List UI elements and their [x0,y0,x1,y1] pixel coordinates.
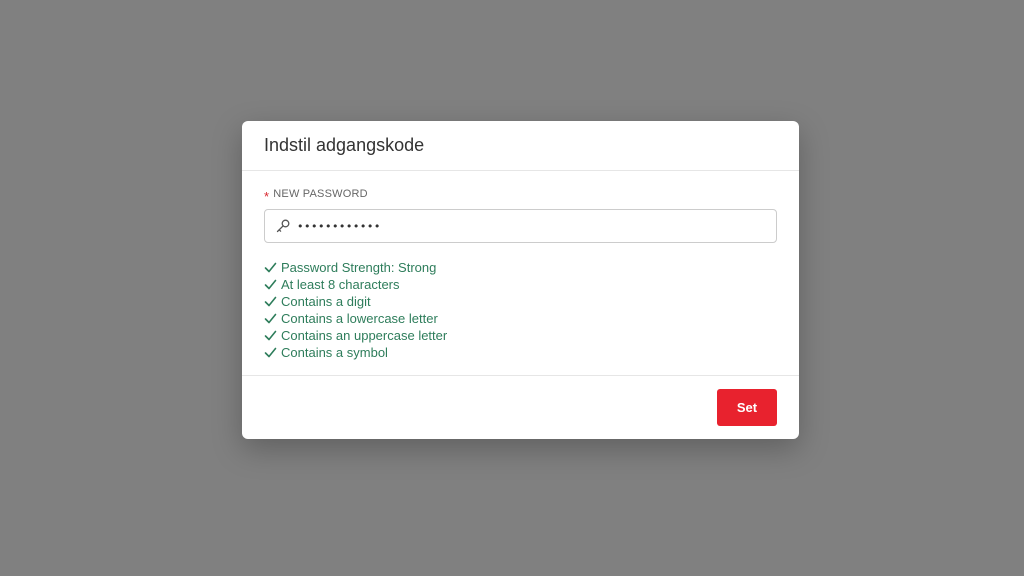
check-icon [264,261,277,274]
rule-uppercase: Contains an uppercase letter [264,327,777,344]
rule-strength: Password Strength: Strong [264,259,777,276]
dialog-header: Indstil adgangskode [242,121,799,171]
rule-text: Contains an uppercase letter [281,328,448,343]
check-icon [264,278,277,291]
rule-digit: Contains a digit [264,293,777,310]
field-label-text: NEW PASSWORD [273,188,368,200]
dialog-footer: Set [242,376,799,438]
password-input[interactable] [297,219,766,233]
password-field[interactable] [264,209,777,243]
rule-lowercase: Contains a lowercase letter [264,310,777,327]
required-mark: * [264,188,270,204]
rule-symbol: Contains a symbol [264,344,777,361]
new-password-label: * NEW PASSWORD [264,187,777,204]
check-icon [264,346,277,359]
check-icon [264,329,277,342]
rule-text: Password Strength: Strong [281,260,437,275]
set-button[interactable]: Set [717,388,777,426]
set-password-dialog: Indstil adgangskode * NEW PASSWORD Pas [242,121,799,439]
check-icon [264,295,277,308]
rule-text: Contains a symbol [281,345,388,360]
dialog-body: * NEW PASSWORD Password Strength: Strong [242,171,799,376]
rule-text: Contains a lowercase letter [281,311,438,326]
key-icon [275,218,291,234]
dialog-title: Indstil adgangskode [264,135,425,155]
rule-text: At least 8 characters [281,277,400,292]
rule-length: At least 8 characters [264,276,777,293]
password-rules: Password Strength: Strong At least 8 cha… [264,259,777,361]
check-icon [264,312,277,325]
rule-text: Contains a digit [281,294,371,309]
